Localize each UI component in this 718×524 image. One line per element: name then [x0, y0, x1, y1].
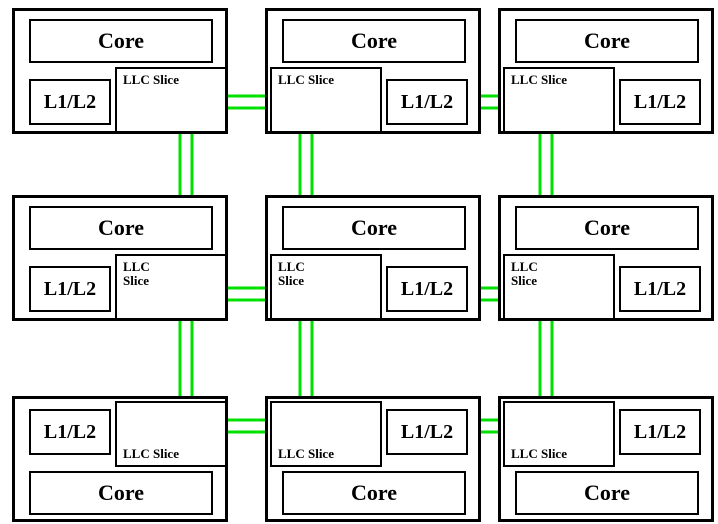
llc-slice-label: LLC Slice [511, 447, 567, 461]
l1l2-box: L1/L2 [386, 409, 468, 455]
llc-slice-label: LLC Slice [123, 447, 179, 461]
llc-slice-box: LLC Slice [503, 401, 615, 467]
diagram-canvas: Core L1/L2 LLC Slice Core LLC Slice L1/L… [0, 0, 718, 524]
llc-slice-label: LLC Slice [511, 73, 567, 87]
core-box: Core [282, 206, 466, 250]
slice-label: Slice [123, 274, 149, 288]
tile-r0-c0: Core L1/L2 LLC Slice [12, 8, 228, 134]
tile-r2-c1: LLC Slice L1/L2 Core [265, 396, 481, 522]
core-box: Core [515, 19, 699, 63]
llc-slice-box: LLC Slice [503, 254, 615, 320]
llc-slice-label: LLC Slice [123, 73, 179, 87]
l1l2-box: L1/L2 [619, 409, 701, 455]
tile-r1-c1: Core LLC Slice L1/L2 [265, 195, 481, 321]
l1l2-box: L1/L2 [619, 266, 701, 312]
llc-slice-box: LLC Slice [115, 67, 227, 133]
l1l2-box: L1/L2 [386, 266, 468, 312]
llc-slice-box: LLC Slice [270, 401, 382, 467]
l1l2-box: L1/L2 [29, 409, 111, 455]
l1l2-box: L1/L2 [386, 79, 468, 125]
llc-slice-box: LLC Slice [503, 67, 615, 133]
llc-slice-label: LLC Slice [278, 73, 334, 87]
tile-r2-c2: LLC Slice L1/L2 Core [498, 396, 714, 522]
l1l2-box: L1/L2 [29, 266, 111, 312]
tile-r0-c1: Core LLC Slice L1/L2 [265, 8, 481, 134]
llc-slice-box: LLC Slice [115, 401, 227, 467]
llc-label: LLC [123, 260, 150, 274]
llc-slice-box: LLC Slice [270, 254, 382, 320]
llc-slice-label: LLC Slice [278, 447, 334, 461]
core-box: Core [282, 471, 466, 515]
core-box: Core [29, 206, 213, 250]
slice-label: Slice [278, 274, 304, 288]
llc-label: LLC [511, 260, 538, 274]
core-box: Core [29, 471, 213, 515]
tile-r2-c0: L1/L2 LLC Slice Core [12, 396, 228, 522]
core-box: Core [515, 471, 699, 515]
llc-slice-box: LLC Slice [115, 254, 227, 320]
tile-r1-c0: Core L1/L2 LLC Slice [12, 195, 228, 321]
core-box: Core [515, 206, 699, 250]
l1l2-box: L1/L2 [619, 79, 701, 125]
slice-label: Slice [511, 274, 537, 288]
core-box: Core [29, 19, 213, 63]
llc-slice-box: LLC Slice [270, 67, 382, 133]
tile-r0-c2: Core LLC Slice L1/L2 [498, 8, 714, 134]
core-box: Core [282, 19, 466, 63]
llc-label: LLC [278, 260, 305, 274]
l1l2-box: L1/L2 [29, 79, 111, 125]
tile-r1-c2: Core LLC Slice L1/L2 [498, 195, 714, 321]
